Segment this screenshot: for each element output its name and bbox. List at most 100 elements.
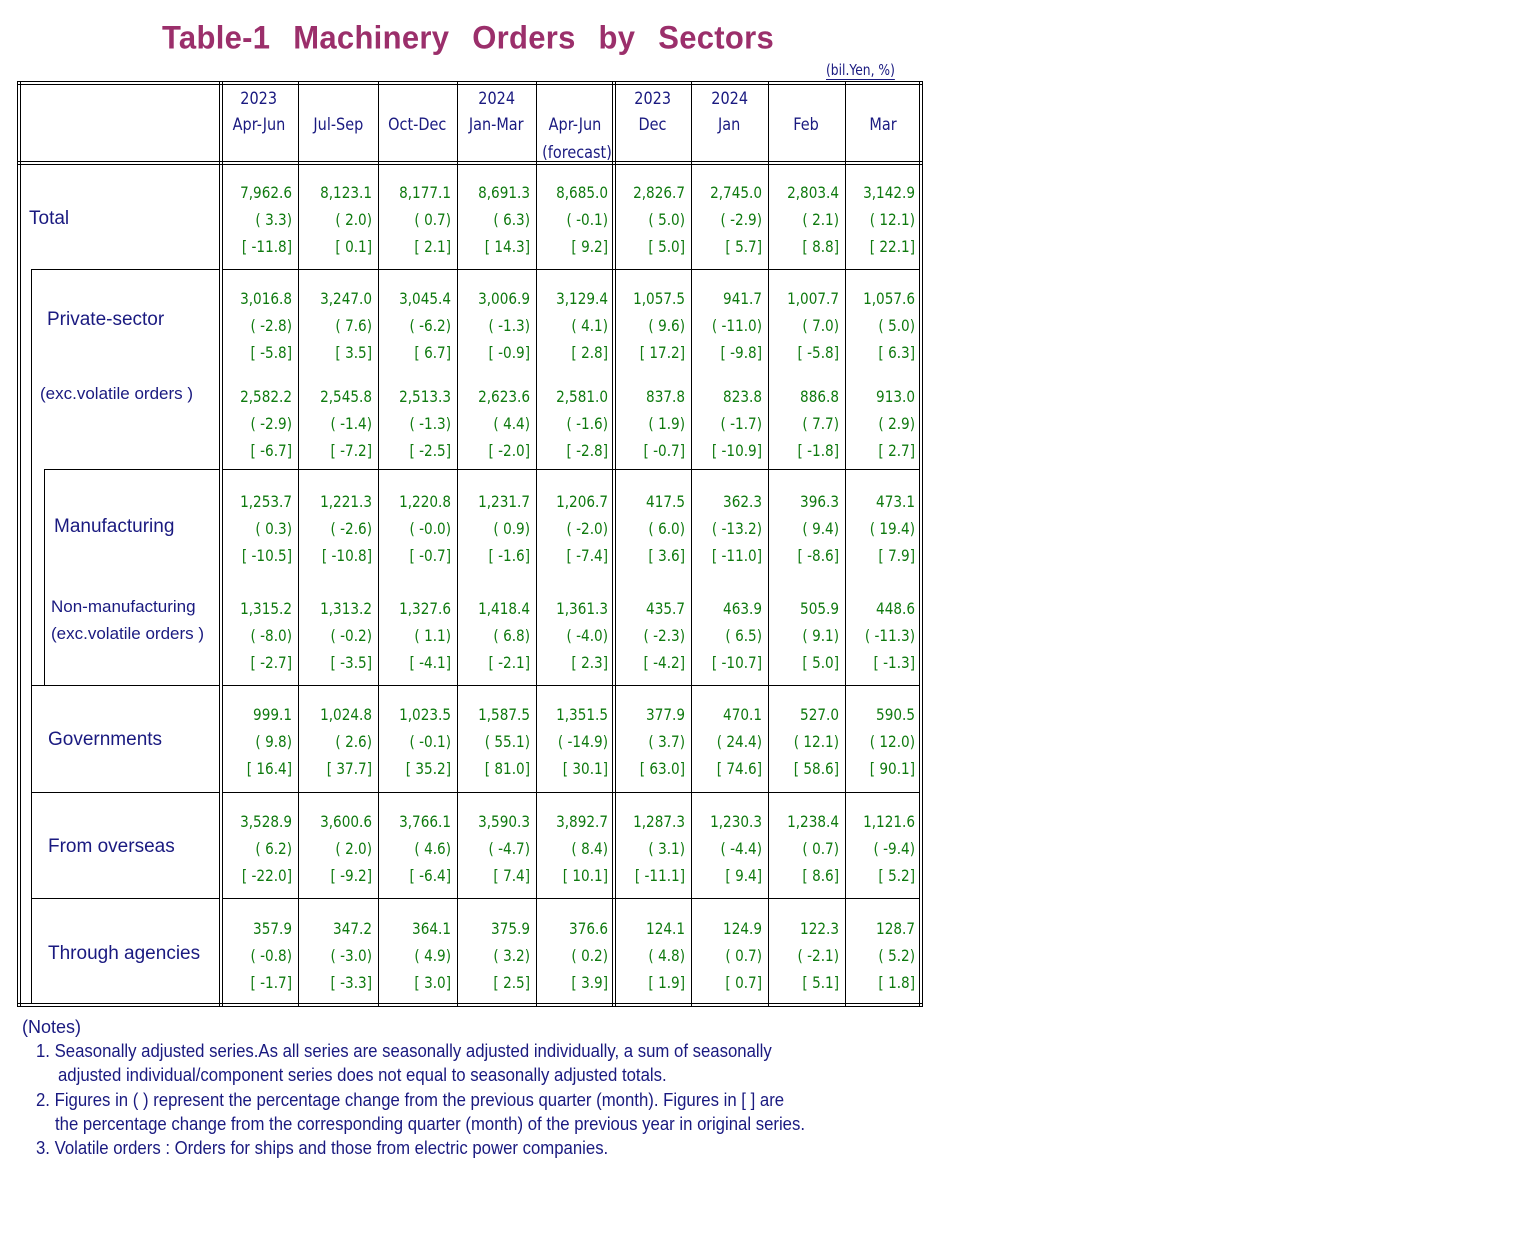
cell-yoy-change: [ 5.0] — [648, 237, 685, 256]
cell-qoq-change: ( -2.3) — [643, 626, 685, 645]
cell-yoy-change: [ -5.8] — [250, 343, 292, 362]
cell-yoy-change: [ 9.2] — [571, 237, 608, 256]
table-cell: 3,142.9 ( 12.1) [ 22.1] — [845, 179, 915, 260]
cell-value: 3,247.0 — [320, 289, 372, 308]
table-cell: 2,545.8 ( -1.4) [ -7.2] — [302, 383, 372, 464]
table-cell: 1,238.4 ( 0.7) [ 8.6] — [769, 808, 839, 889]
cell-value: 1,315.2 — [240, 599, 292, 618]
table-cell: 1,287.3 ( 3.1) [ -11.1] — [615, 808, 685, 889]
cell-value: 2,582.2 — [240, 387, 292, 406]
cell-yoy-change: [ -7.2] — [330, 441, 372, 460]
cell-value: 1,253.7 — [240, 492, 292, 511]
cell-yoy-change: [ 30.1] — [562, 759, 608, 778]
cell-qoq-change: ( 6.8) — [493, 626, 530, 645]
header-note — [219, 143, 298, 163]
cell-value: 2,513.3 — [399, 387, 451, 406]
cell-qoq-change: ( 0.7) — [414, 210, 451, 229]
table-cell: 375.9 ( 3.2) [ 2.5] — [460, 915, 530, 996]
cell-qoq-change: ( 24.4) — [716, 732, 762, 751]
cell-yoy-change: [ 22.1] — [869, 237, 915, 256]
row-sublabel: (exc.volatile orders ) — [51, 624, 205, 643]
table-cell: 463.9 ( 6.5) [ -10.7] — [692, 595, 762, 676]
cell-qoq-change: ( -2.9) — [720, 210, 762, 229]
row-rule — [222, 269, 920, 270]
cell-value: 1,221.3 — [320, 492, 372, 511]
cell-yoy-change: [ 5.1] — [802, 973, 839, 992]
cell-yoy-change: [ 81.0] — [484, 759, 530, 778]
table-cell: 357.9 ( -0.8) [ -1.7] — [222, 915, 292, 996]
table-cell: 1,418.4 ( 6.8) [ -2.1] — [460, 595, 530, 676]
header-year — [768, 89, 845, 109]
cell-yoy-change: [ 3.0] — [414, 973, 451, 992]
indent-rule — [31, 269, 219, 270]
cell-qoq-change: ( -2.1) — [797, 946, 839, 965]
cell-value: 3,006.9 — [478, 289, 530, 308]
cell-qoq-change: ( 6.5) — [725, 626, 762, 645]
cell-qoq-change: ( 7.7) — [802, 414, 839, 433]
cell-yoy-change: [ 0.1] — [335, 237, 372, 256]
header-year — [536, 89, 614, 109]
label-col-rule — [219, 81, 220, 1007]
cell-yoy-change: [ -10.5] — [241, 546, 292, 565]
cell-qoq-change: ( 0.2) — [571, 946, 608, 965]
cell-qoq-change: ( 2.0) — [335, 210, 372, 229]
cell-qoq-change: ( -0.2) — [330, 626, 372, 645]
cell-yoy-change: [ 6.3] — [878, 343, 915, 362]
cell-qoq-change: ( -1.4) — [330, 414, 372, 433]
cell-yoy-change: [ -1.8] — [797, 441, 839, 460]
indent-rule — [44, 469, 45, 685]
cell-yoy-change: [ 6.7] — [414, 343, 451, 362]
note-1: 1. Seasonally adjusted series.As all ser… — [36, 1041, 772, 1062]
cell-qoq-change: ( 9.4) — [802, 519, 839, 538]
cell-qoq-change: ( 3.1) — [648, 839, 685, 858]
cell-qoq-change: ( -9.4) — [873, 839, 915, 858]
table-cell: 3,590.3 ( -4.7) [ 7.4] — [460, 808, 530, 889]
cell-qoq-change: ( -0.1) — [409, 732, 451, 751]
table-cell: 124.1 ( 4.8) [ 1.9] — [615, 915, 685, 996]
outer-border — [17, 81, 923, 82]
cell-yoy-change: [ -9.2] — [330, 866, 372, 885]
notes-heading: (Notes) — [22, 1017, 82, 1037]
table-cell: 1,057.5 ( 9.6) [ 17.2] — [615, 285, 685, 366]
cell-yoy-change: [ -0.7] — [409, 546, 451, 565]
cell-qoq-change: ( 3.7) — [648, 732, 685, 751]
header-note — [691, 143, 768, 163]
cell-value: 2,545.8 — [320, 387, 372, 406]
cell-yoy-change: [ -6.4] — [409, 866, 451, 885]
table-cell: 1,007.7 ( 7.0) [ -5.8] — [769, 285, 839, 366]
table-cell: 2,581.0 ( -1.6) [ -2.8] — [538, 383, 608, 464]
cell-value: 435.7 — [646, 599, 685, 618]
cell-yoy-change: [ -2.5] — [409, 441, 451, 460]
cell-yoy-change: [ 17.2] — [639, 343, 685, 362]
cell-qoq-change: ( 1.1) — [414, 626, 451, 645]
cell-yoy-change: [ -2.7] — [250, 653, 292, 672]
outer-border — [17, 1003, 923, 1004]
table-cell: 1,351.5 ( -14.9) [ 30.1] — [538, 701, 608, 782]
cell-value: 122.3 — [800, 919, 839, 938]
cell-value: 473.1 — [876, 492, 915, 511]
outer-border — [20, 81, 21, 1007]
outer-border — [919, 81, 920, 1007]
cell-qoq-change: ( -0.1) — [566, 210, 608, 229]
cell-qoq-change: ( 0.3) — [255, 519, 292, 538]
cell-yoy-change: [ -8.6] — [797, 546, 839, 565]
note-2: 2. Figures in ( ) represent the percenta… — [36, 1089, 785, 1110]
table-cell: 1,315.2 ( -8.0) [ -2.7] — [222, 595, 292, 676]
cell-value: 1,351.5 — [556, 705, 608, 724]
cell-qoq-change: ( 9.8) — [255, 732, 292, 751]
table-cell: 2,582.2 ( -2.9) [ -6.7] — [222, 383, 292, 464]
table-cell: 1,206.7 ( -2.0) [ -7.4] — [538, 488, 608, 569]
header-period: Apr-Jun — [548, 115, 602, 135]
cell-value: 8,691.3 — [478, 183, 530, 202]
cell-yoy-change: [ -9.8] — [720, 343, 762, 362]
cell-yoy-change: [ -1.3] — [873, 653, 915, 672]
table-cell: 3,600.6 ( 2.0) [ -9.2] — [302, 808, 372, 889]
cell-value: 1,313.2 — [320, 599, 372, 618]
table-cell: 1,361.3 ( -4.0) [ 2.3] — [538, 595, 608, 676]
table-cell: 1,057.6 ( 5.0) [ 6.3] — [845, 285, 915, 366]
indent-rule — [44, 469, 219, 470]
row-label: From overseas — [48, 836, 175, 857]
outer-border — [17, 84, 923, 85]
header-period: Feb — [793, 115, 820, 135]
cell-yoy-change: [ 7.4] — [493, 866, 530, 885]
